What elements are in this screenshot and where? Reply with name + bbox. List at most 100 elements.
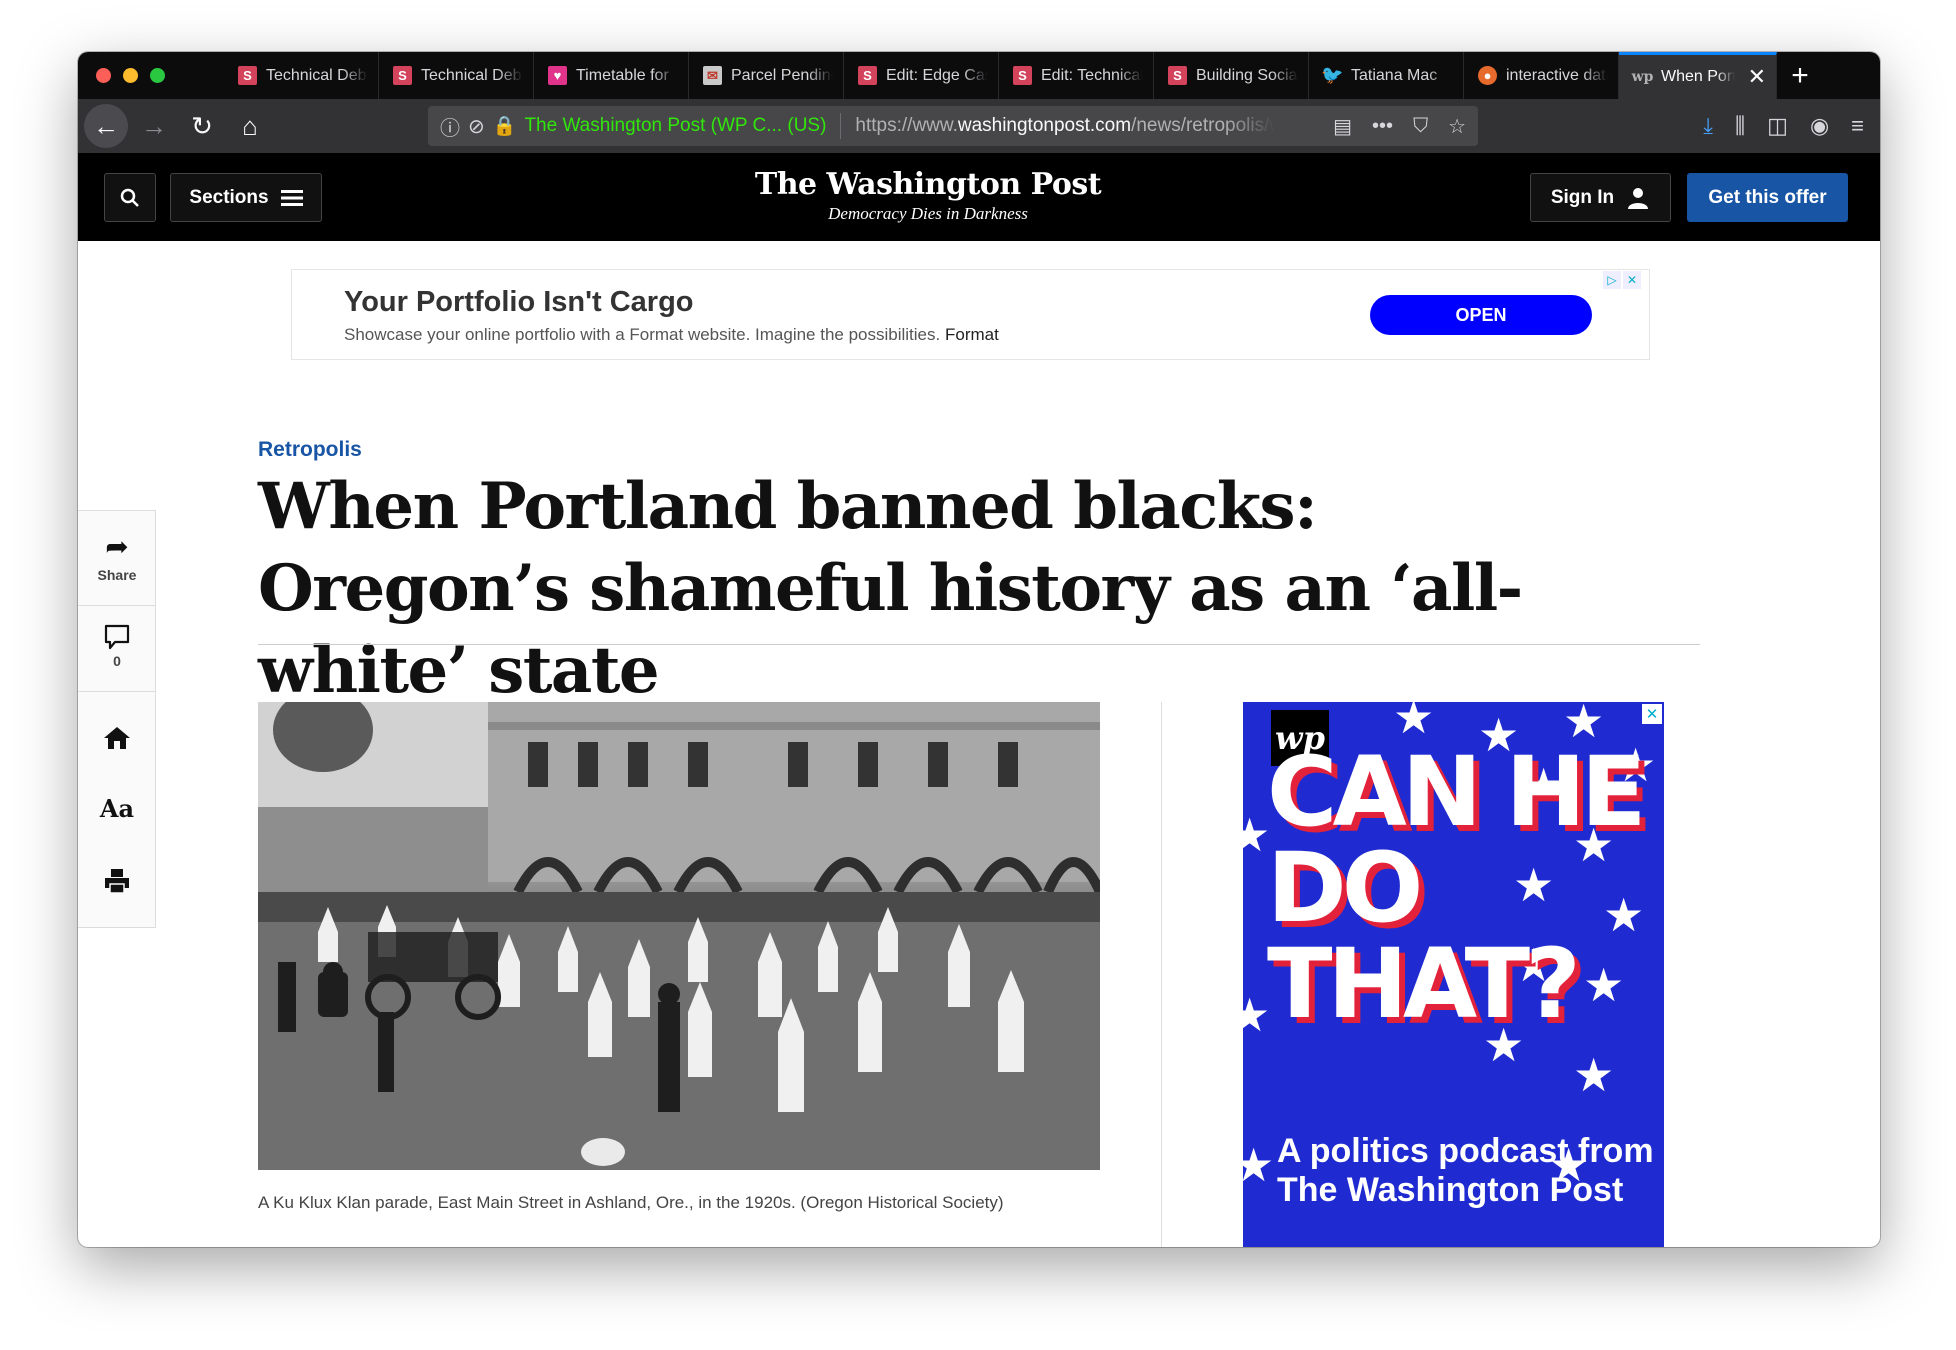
browser-tab-active[interactable]: wp When Portland ✕ (1619, 52, 1777, 99)
info-icon[interactable]: ⓘ (440, 112, 460, 141)
menu-icon[interactable]: ≡ (1851, 113, 1864, 139)
browser-tab[interactable]: S Edit: Edge Cases (844, 52, 999, 99)
tab-label: Technical Debt (266, 66, 368, 84)
masthead[interactable]: The Washington Post Democracy Dies in Da… (678, 167, 1178, 224)
ad-banner[interactable]: Your Portfolio Isn't Cargo Showcase your… (291, 269, 1650, 360)
lock-icon: 🔒 (492, 116, 517, 137)
sign-in-label: Sign In (1550, 186, 1615, 208)
browser-tab[interactable]: 🐦 Tatiana Mac (1309, 52, 1464, 99)
minimize-window-button[interactable] (123, 68, 138, 83)
s-icon: S (393, 66, 412, 85)
site-header: Sections The Washington Post Democracy D… (78, 153, 1880, 241)
podcast-ad[interactable]: ★ ★ ★ ★ ★ ★ ★ ★ ★ ★ ★ ★ ★ ★ ★ ★ wp CAN H… (1243, 702, 1664, 1247)
page-actions-icon[interactable]: ••• (1372, 115, 1393, 138)
new-tab-button[interactable]: + (1777, 52, 1823, 99)
ad-choices[interactable]: ▷ ✕ (1603, 271, 1641, 289)
url-prefix: https://www. (855, 115, 958, 136)
tab-label: Tatiana Mac (1351, 66, 1438, 84)
adchoices-icon[interactable]: ▷ (1603, 271, 1621, 289)
pocket-icon[interactable]: ⛉ (1413, 115, 1428, 138)
browser-tab[interactable]: ✉ Parcel Pending (689, 52, 844, 99)
twitter-icon: 🐦 (1321, 65, 1344, 85)
tab-label: When Portland (1661, 68, 1735, 85)
ad-description-text: Showcase your online portfolio with a Fo… (344, 325, 941, 344)
print-button[interactable] (78, 867, 156, 895)
s-icon: S (1168, 66, 1187, 85)
home-button[interactable]: ⌂ (228, 104, 272, 148)
heart-icon: ♥ (548, 66, 567, 85)
window-controls (78, 52, 224, 99)
zoom-window-button[interactable] (150, 68, 165, 83)
text-size-button[interactable]: Aa (78, 797, 156, 821)
browser-tab[interactable]: ♥ Timetable for (534, 52, 689, 99)
tab-label: Edit: Edge Cases (886, 66, 988, 84)
close-window-button[interactable] (96, 68, 111, 83)
account-icon[interactable]: ◉ (1810, 113, 1829, 139)
rail-divider (78, 605, 156, 606)
s-icon: S (1013, 66, 1032, 85)
back-button[interactable]: ← (84, 104, 128, 148)
nav-toolbar: ← → ↻ ⌂ ⓘ ⊘ 🔒 The Washington Post (WP C.… (78, 99, 1880, 153)
arrow-right-icon: → (141, 110, 167, 141)
star-icon: ★ (1393, 702, 1435, 743)
share-button[interactable]: ➦ Share (78, 533, 156, 584)
browser-tab[interactable]: S Technical Debt (224, 52, 379, 99)
url-text[interactable]: https://www.washingtonpost.com/news/retr… (855, 115, 1275, 137)
ad-advertiser: Format (944, 325, 999, 344)
search-button[interactable] (104, 173, 156, 222)
star-icon: ★ (1573, 1049, 1615, 1101)
browser-tab[interactable]: S Building Social (1154, 52, 1309, 99)
forward-button[interactable]: → (132, 104, 176, 148)
mail-icon: ✉ (703, 66, 722, 85)
home-icon (104, 727, 130, 749)
arrow-left-icon: ← (93, 110, 119, 141)
reader-view-icon[interactable]: ▤ (1333, 114, 1352, 139)
get-offer-button[interactable]: Get this offer (1687, 173, 1848, 222)
offer-label: Get this offer (1708, 186, 1827, 208)
wp-icon: wp (1631, 69, 1654, 85)
parade-photo-illustration (258, 702, 1100, 1170)
headline-divider (258, 644, 1700, 645)
user-icon (1628, 187, 1649, 209)
browser-tab[interactable]: ● interactive data (1464, 52, 1619, 99)
rail-divider (78, 691, 156, 692)
site-identity[interactable]: 🔒 The Washington Post (WP C... (US) (493, 114, 827, 138)
article-headline: When Portland banned blacks: Oregon’s sh… (258, 469, 1523, 708)
site-logo[interactable]: The Washington Post (678, 167, 1178, 202)
bookmark-star-icon[interactable]: ☆ (1448, 114, 1466, 139)
download-icon[interactable]: ⤓ (1703, 113, 1713, 139)
toolbar-right: ⤓ ⫼ ◫ ◉ ≡ (1703, 99, 1864, 153)
ad-description: Showcase your online portfolio with a Fo… (344, 325, 999, 345)
article-kicker[interactable]: Retropolis (258, 438, 362, 462)
tracking-protection-icon[interactable]: ⊘ (468, 114, 485, 139)
reload-button[interactable]: ↻ (180, 104, 224, 148)
sidebar-icon[interactable]: ◫ (1767, 113, 1788, 139)
share-label: Share (97, 567, 137, 583)
ad-close-icon[interactable]: ✕ (1623, 271, 1641, 289)
url-domain: washingtonpost.com (957, 115, 1132, 136)
ad-title[interactable]: Your Portfolio Isn't Cargo (344, 286, 694, 319)
ad-close-icon[interactable]: ✕ (1642, 704, 1662, 724)
share-rail: ➦ Share 0 Aa (78, 510, 156, 928)
library-icon[interactable]: ⫼ (1735, 113, 1745, 139)
browser-window: S Technical Debt S Technical Debt ♥ Time… (78, 52, 1880, 1247)
tab-label: Parcel Pending (731, 66, 833, 84)
tab-label: Timetable for (576, 66, 669, 84)
sign-in-button[interactable]: Sign In (1530, 173, 1671, 222)
url-bar[interactable]: ⓘ ⊘ 🔒 The Washington Post (WP C... (US) … (428, 106, 1478, 146)
sections-button[interactable]: Sections (170, 173, 322, 222)
photo-caption: A Ku Klux Klan parade, East Main Street … (258, 1193, 1004, 1212)
comments-button[interactable]: 0 (78, 623, 156, 669)
article-photo[interactable] (258, 702, 1100, 1170)
close-tab-icon[interactable]: ✕ (1748, 66, 1766, 88)
sections-label: Sections (189, 186, 269, 208)
reload-icon: ↻ (191, 110, 213, 141)
identity-label: The Washington Post (WP C... (US) (524, 115, 827, 136)
ad-open-button[interactable]: OPEN (1370, 295, 1592, 335)
hamburger-icon (280, 189, 303, 206)
browser-tab[interactable]: S Technical Debt (379, 52, 534, 99)
home-link[interactable] (78, 725, 156, 751)
s-icon: S (858, 66, 877, 85)
url-path: /news/retropolis/wp/2017/06/07/when-port… (1131, 115, 1275, 136)
browser-tab[interactable]: S Edit: Technical (999, 52, 1154, 99)
